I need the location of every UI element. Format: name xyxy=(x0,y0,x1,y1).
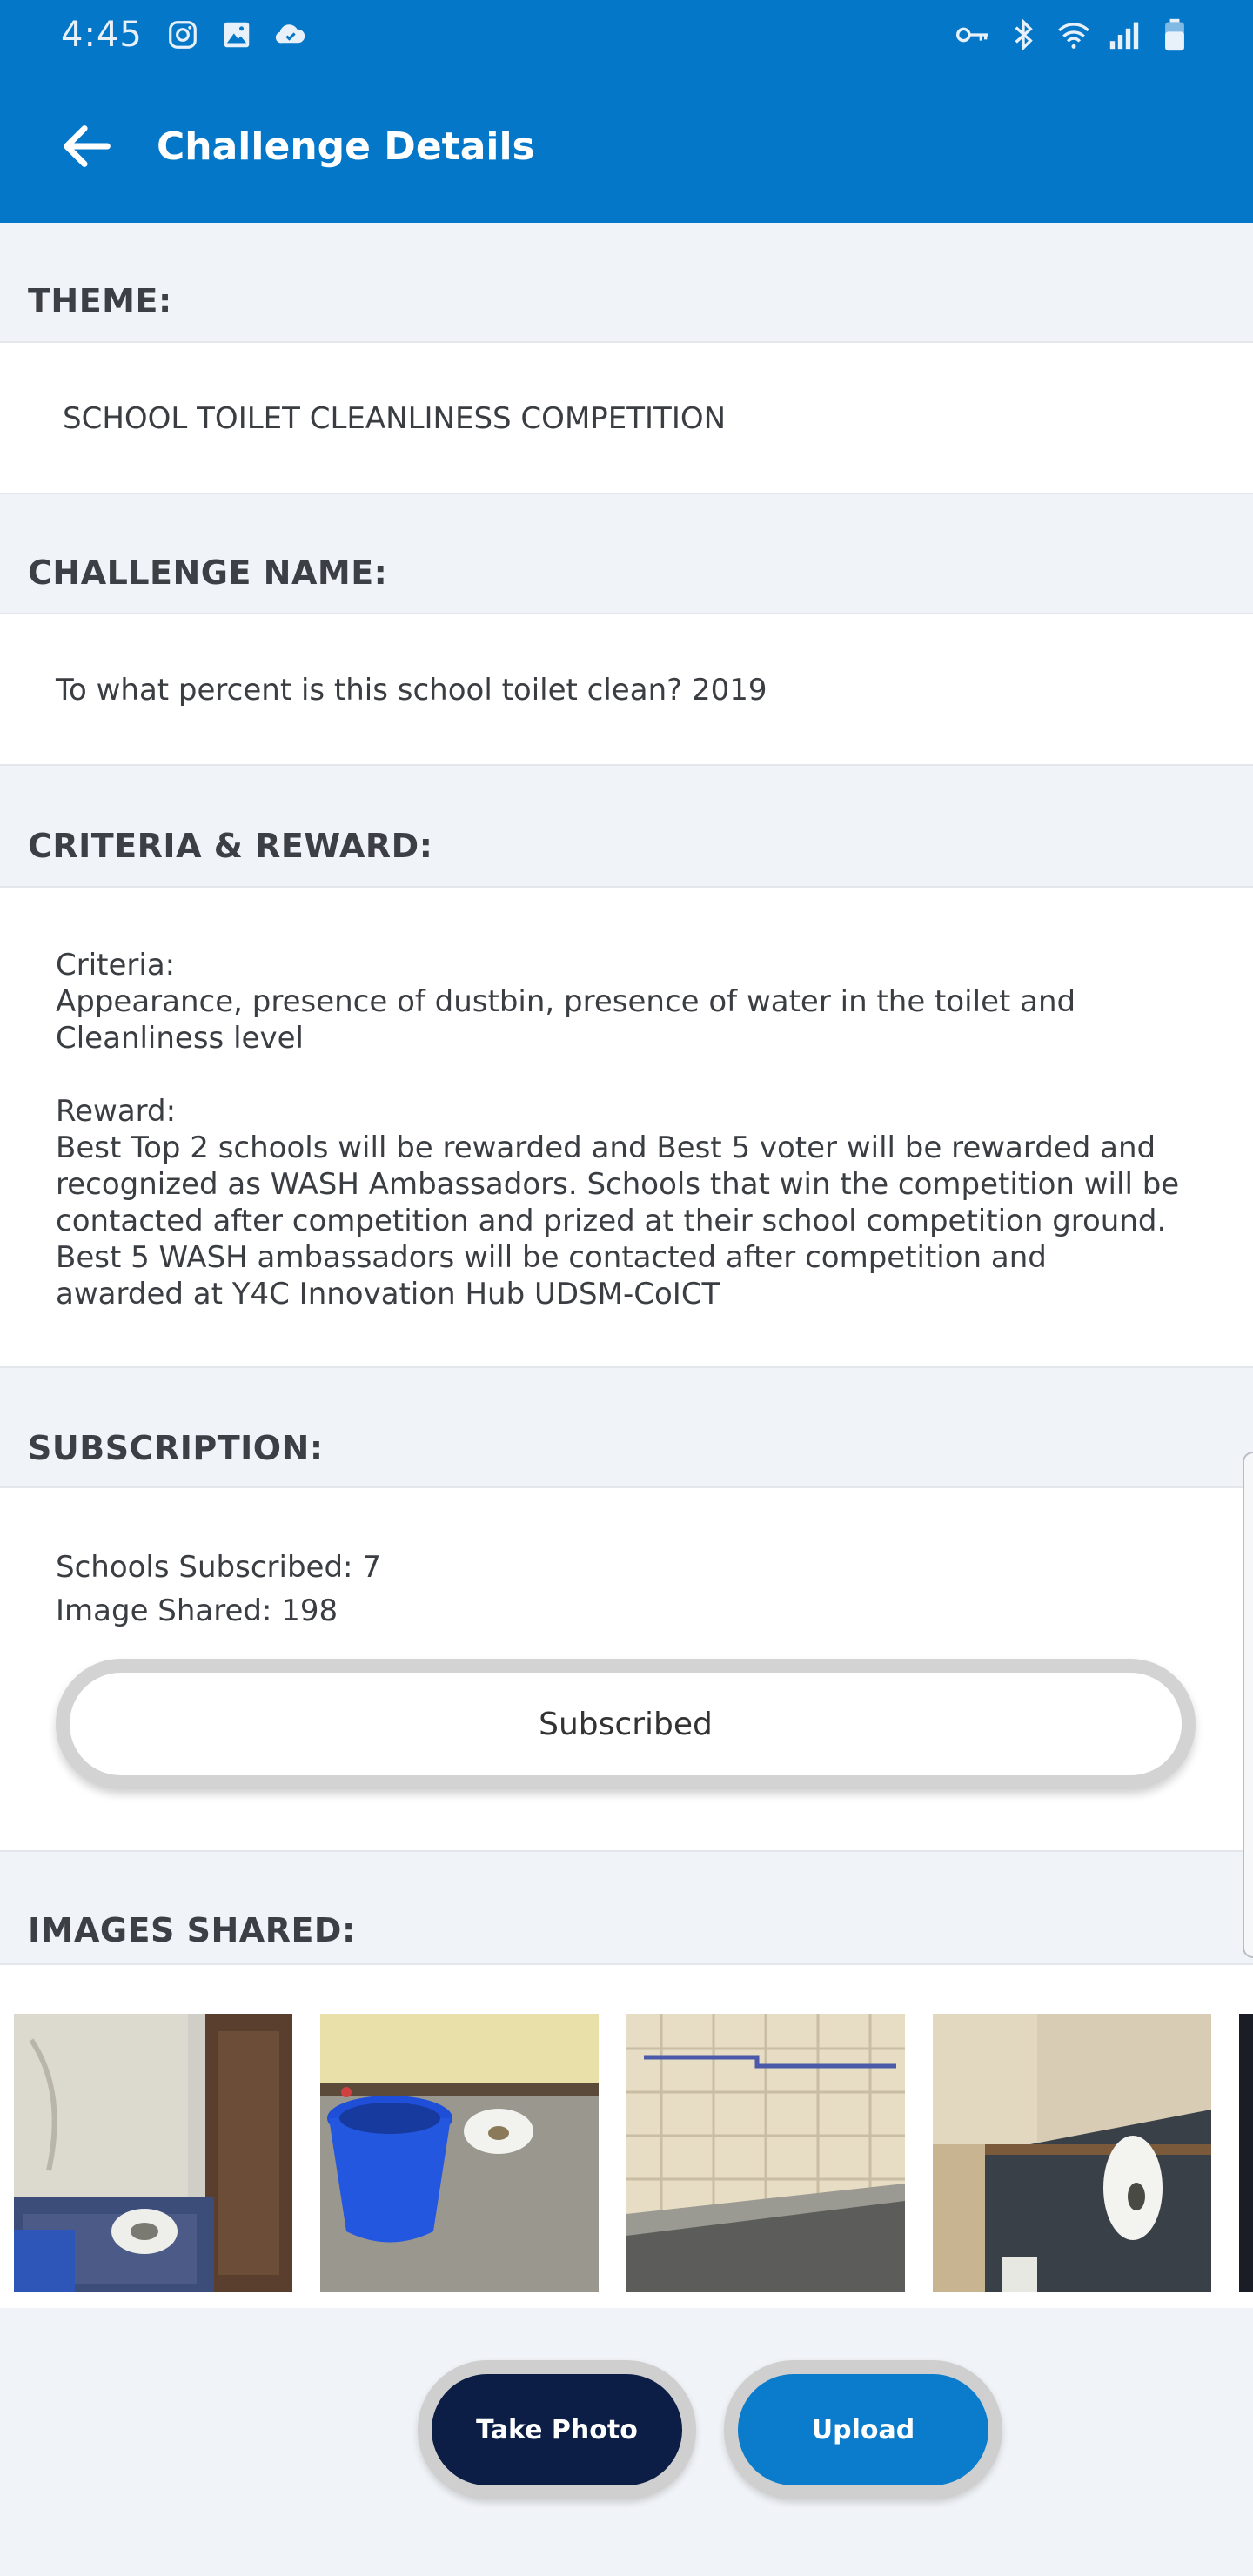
status-bar: 4:45 xyxy=(0,0,1253,70)
subscription-stats: Schools Subscribed: 7 Image Shared: 198 xyxy=(56,1546,1183,1633)
bluetooth-icon xyxy=(1006,17,1041,52)
vpn-key-icon xyxy=(955,17,990,52)
images-shared-label: IMAGES SHARED: xyxy=(28,1911,356,1949)
upload-button[interactable]: Upload xyxy=(724,2360,1002,2499)
theme-label: THEME: xyxy=(28,282,172,320)
battery-icon xyxy=(1157,17,1192,52)
cloud-sync-icon xyxy=(273,17,308,52)
shared-image-2[interactable] xyxy=(320,2014,599,2292)
images-strip[interactable] xyxy=(0,1963,1253,2308)
criteria-reward-body: Criteria: Appearance, presence of dustbi… xyxy=(56,947,1183,1312)
shared-image-5[interactable] xyxy=(1239,2014,1253,2292)
page-title: Challenge Details xyxy=(157,124,535,169)
toolbar: Challenge Details xyxy=(0,87,1253,205)
scrollbar[interactable] xyxy=(1243,1452,1253,1958)
reward-text: Best Top 2 schools will be rewarded and … xyxy=(56,1130,1189,1311)
criteria-heading: Criteria: xyxy=(56,948,176,983)
challenge-name-label: CHALLENGE NAME: xyxy=(28,553,388,592)
subscription-label: SUBSCRIPTION: xyxy=(28,1429,324,1467)
image-shared-count: Image Shared: 198 xyxy=(56,1593,338,1628)
take-photo-button[interactable]: Take Photo xyxy=(418,2360,696,2499)
shared-image-3[interactable] xyxy=(626,2014,905,2292)
status-icons-left xyxy=(165,17,308,52)
app-bar: 4:45 Challenge Details xyxy=(0,0,1253,223)
schools-subscribed: Schools Subscribed: 7 xyxy=(56,1550,381,1585)
subscribed-button[interactable]: Subscribed xyxy=(56,1659,1196,1789)
shared-image-4[interactable] xyxy=(933,2014,1211,2292)
arrow-left-icon xyxy=(64,125,111,167)
signal-icon xyxy=(1107,17,1142,52)
criteria-reward-card: Criteria: Appearance, presence of dustbi… xyxy=(0,886,1253,1368)
instagram-icon xyxy=(165,17,200,52)
subscription-card: Schools Subscribed: 7 Image Shared: 198 … xyxy=(0,1486,1253,1852)
challenge-name-card: To what percent is this school toilet cl… xyxy=(0,613,1253,766)
back-button[interactable] xyxy=(35,94,139,198)
shared-image-1[interactable] xyxy=(14,2014,292,2292)
criteria-text: Appearance, presence of dustbin, presenc… xyxy=(56,984,1085,1056)
status-time: 4:45 xyxy=(61,15,143,55)
criteria-reward-label: CRITERIA & REWARD: xyxy=(28,827,433,865)
challenge-name-value: To what percent is this school toilet cl… xyxy=(56,673,767,708)
theme-card: SCHOOL TOILET CLEANLINESS COMPETITION xyxy=(0,341,1253,494)
gallery-icon xyxy=(219,17,254,52)
theme-value: SCHOOL TOILET CLEANLINESS COMPETITION xyxy=(63,401,727,436)
wifi-icon xyxy=(1056,17,1091,52)
reward-heading: Reward: xyxy=(56,1094,177,1129)
status-icons-right xyxy=(955,17,1192,52)
